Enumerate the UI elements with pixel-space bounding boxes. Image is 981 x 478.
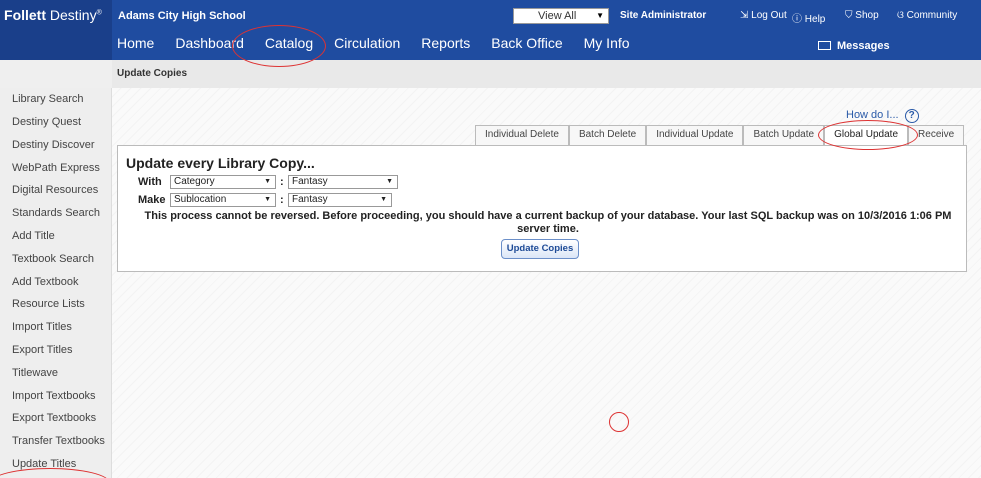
nav-circulation[interactable]: Circulation — [334, 35, 400, 51]
annotation-circle — [818, 120, 918, 150]
sidebar-item-import-textbooks[interactable]: Import Textbooks — [12, 390, 96, 402]
nav-reports[interactable]: Reports — [421, 35, 470, 51]
chevron-down-icon: ▼ — [264, 196, 271, 203]
sidebar-item-destiny-discover[interactable]: Destiny Discover — [12, 139, 95, 151]
sidebar-item-add-textbook[interactable]: Add Textbook — [12, 276, 78, 288]
tab-individual-update[interactable]: Individual Update — [646, 125, 744, 145]
chevron-down-icon: ▼ — [596, 11, 604, 20]
backup-warning: This process cannot be reversed. Before … — [144, 210, 952, 235]
community-icon: ଓ — [897, 10, 904, 21]
sidebar-item-import-titles[interactable]: Import Titles — [12, 321, 72, 333]
community-link[interactable]: ଓ Community — [897, 10, 957, 21]
school-name: Adams City High School — [118, 10, 246, 22]
site-administrator-label: Site Administrator — [620, 10, 707, 21]
chevron-down-icon: ▼ — [380, 196, 387, 203]
chevron-down-icon: ▼ — [264, 178, 271, 185]
sidebar-item-destiny-quest[interactable]: Destiny Quest — [12, 116, 81, 128]
follett-destiny-logo[interactable]: Follett Destiny® — [0, 0, 112, 60]
top-header: Follett Destiny® Adams City High School … — [0, 0, 981, 60]
sidebar-item-titlewave[interactable]: Titlewave — [12, 367, 58, 379]
sidebar-item-standards-search[interactable]: Standards Search — [12, 207, 100, 219]
messages-link[interactable]: Messages — [818, 40, 890, 52]
nav-my-info[interactable]: My Info — [584, 35, 630, 51]
sidebar-item-library-search[interactable]: Library Search — [12, 93, 84, 105]
panel-heading: Update every Library Copy... — [126, 155, 315, 171]
question-icon: ? — [904, 109, 919, 123]
sidebar-item-export-titles[interactable]: Export Titles — [12, 344, 73, 356]
logout-icon: ⇲ — [740, 10, 749, 21]
logout-link[interactable]: ⇲ Log Out — [740, 10, 787, 21]
tab-batch-delete[interactable]: Batch Delete — [568, 125, 647, 145]
make-field-select[interactable]: Sublocation ▼ — [170, 193, 276, 207]
make-label: Make — [138, 194, 166, 206]
sidebar: Library Search Destiny Quest Destiny Dis… — [0, 88, 112, 478]
chevron-down-icon: ▼ — [386, 178, 393, 185]
help-link[interactable]: ⓘ Help — [792, 10, 825, 25]
sidebar-item-transfer-textbooks[interactable]: Transfer Textbooks — [12, 435, 105, 447]
sidebar-item-textbook-search[interactable]: Textbook Search — [12, 253, 94, 265]
cursor-circle — [609, 412, 629, 432]
sidebar-item-add-title[interactable]: Add Title — [12, 230, 55, 242]
nav-back-office[interactable]: Back Office — [491, 35, 562, 51]
main-nav: Home Dashboard Catalog Circulation Repor… — [117, 35, 651, 51]
nav-home[interactable]: Home — [117, 35, 154, 51]
update-copies-button[interactable]: Update Copies — [501, 239, 579, 259]
help-icon: ⓘ — [792, 14, 802, 25]
cart-icon: ⛉ — [845, 10, 853, 21]
sidebar-item-webpath-express[interactable]: WebPath Express — [12, 162, 100, 174]
with-field-select[interactable]: Category ▼ — [170, 175, 276, 189]
tab-batch-update[interactable]: Batch Update — [743, 125, 825, 145]
sidebar-item-resource-lists[interactable]: Resource Lists — [12, 298, 85, 310]
site-select[interactable]: View All ▼ — [513, 8, 609, 24]
with-value-select[interactable]: Fantasy ▼ — [288, 175, 398, 189]
annotation-circle — [232, 25, 326, 67]
global-update-panel: Update every Library Copy... With Catego… — [117, 145, 967, 272]
envelope-icon — [818, 41, 831, 50]
tab-individual-delete[interactable]: Individual Delete — [475, 125, 569, 145]
breadcrumb: Update Copies — [117, 68, 188, 79]
sidebar-item-digital-resources[interactable]: Digital Resources — [12, 184, 98, 196]
with-label: With — [138, 176, 162, 188]
subheader: Update Copies — [0, 60, 981, 88]
make-value-select[interactable]: Fantasy ▼ — [288, 193, 392, 207]
shop-link[interactable]: ⛉ Shop — [845, 10, 879, 21]
sidebar-item-export-textbooks[interactable]: Export Textbooks — [12, 412, 96, 424]
